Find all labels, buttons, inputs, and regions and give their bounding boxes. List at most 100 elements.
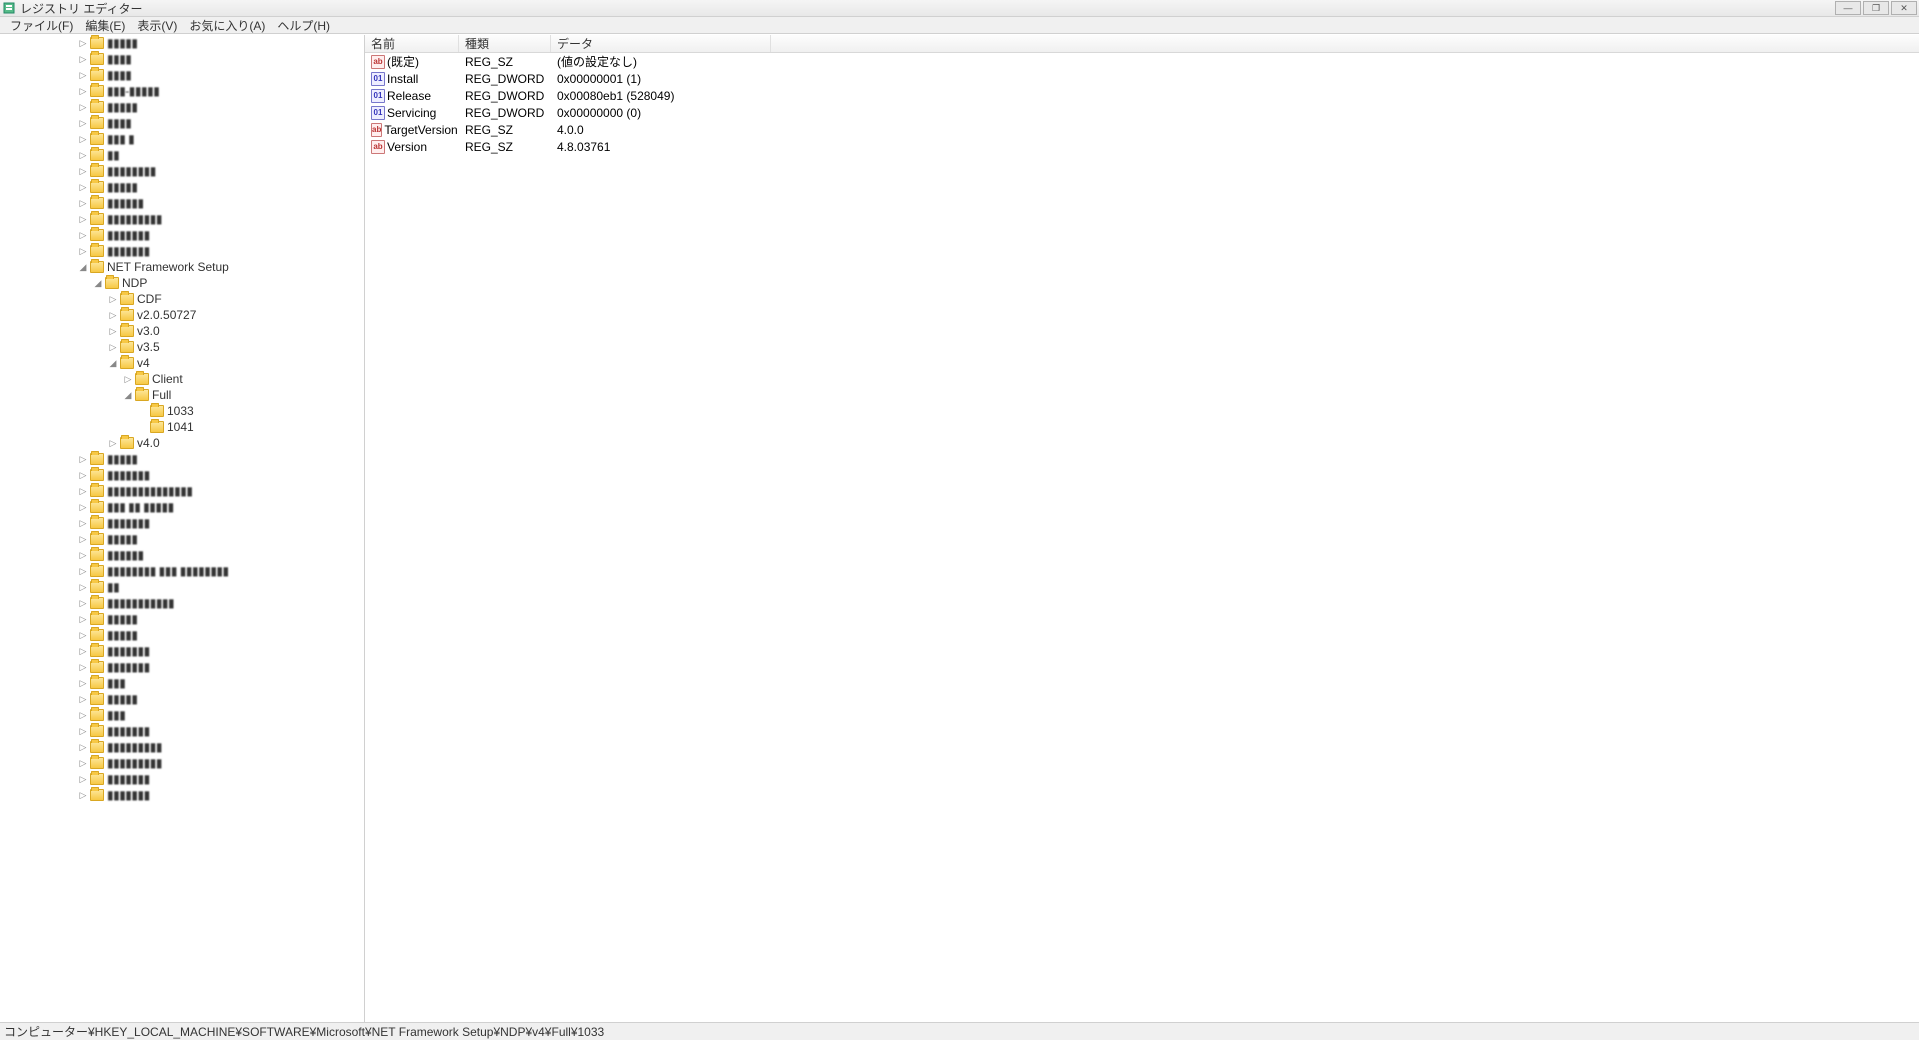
- tree-full-1041[interactable]: 1041: [0, 419, 364, 435]
- tree-item-blurred[interactable]: ▷▮▮▮▮▮: [0, 691, 364, 707]
- list-panel[interactable]: 名前 種類 データ ab(既定)REG_SZ(値の設定なし)01InstallR…: [365, 35, 1919, 1022]
- tree-item-blurred[interactable]: ▷▮▮▮▮▮▮: [0, 195, 364, 211]
- tree-item-blurred[interactable]: ▷▮▮▮▮▮▮▮: [0, 659, 364, 675]
- tree-toggle-icon[interactable]: ▷: [77, 757, 89, 769]
- tree-toggle-icon[interactable]: ▷: [77, 773, 89, 785]
- tree-net-framework-setup[interactable]: ◢NET Framework Setup: [0, 259, 364, 275]
- tree-item-blurred[interactable]: ▷▮▮▮▮: [0, 51, 364, 67]
- tree-v4-0[interactable]: ▷v4.0: [0, 435, 364, 451]
- tree-toggle-icon[interactable]: ▷: [77, 645, 89, 657]
- tree-item-blurred[interactable]: ▷▮▮▮▮▮▮▮: [0, 787, 364, 803]
- tree-toggle-icon[interactable]: ◢: [122, 389, 134, 401]
- tree-ndp-v2-0-50727[interactable]: ▷v2.0.50727: [0, 307, 364, 323]
- tree-toggle-icon[interactable]: ▷: [77, 53, 89, 65]
- tree-toggle-icon[interactable]: ▷: [77, 453, 89, 465]
- menu-view[interactable]: 表示(V): [131, 17, 183, 34]
- registry-value-row[interactable]: abTargetVersionREG_SZ4.0.0: [365, 121, 1919, 138]
- tree-toggle-icon[interactable]: ▷: [77, 629, 89, 641]
- tree-item-blurred[interactable]: ▷▮▮▮-▮▮▮▮▮: [0, 83, 364, 99]
- registry-value-row[interactable]: abVersionREG_SZ4.8.03761: [365, 138, 1919, 155]
- tree-v4-client[interactable]: ▷Client: [0, 371, 364, 387]
- tree-panel[interactable]: ▷▮▮▮▮▮▷▮▮▮▮▷▮▮▮▮▷▮▮▮-▮▮▮▮▮▷▮▮▮▮▮▷▮▮▮▮▷▮▮…: [0, 35, 365, 1022]
- tree-item-blurred[interactable]: ▷▮▮▮▮▮▮▮▮ ▮▮▮ ▮▮▮▮▮▮▮▮: [0, 563, 364, 579]
- tree-toggle-icon[interactable]: ▷: [77, 165, 89, 177]
- tree-toggle-icon[interactable]: ▷: [77, 613, 89, 625]
- tree-item-blurred[interactable]: ▷▮▮▮▮▮: [0, 35, 364, 51]
- tree-item-blurred[interactable]: ▷▮▮▮▮▮▮▮▮▮: [0, 755, 364, 771]
- tree-full-1033[interactable]: 1033: [0, 403, 364, 419]
- tree-toggle-icon[interactable]: ▷: [77, 517, 89, 529]
- tree-toggle-icon[interactable]: ▷: [77, 133, 89, 145]
- tree-toggle-icon[interactable]: ▷: [77, 789, 89, 801]
- tree-toggle-icon[interactable]: ▷: [107, 341, 119, 353]
- tree-toggle-icon[interactable]: ▷: [77, 533, 89, 545]
- tree-toggle-icon[interactable]: ▷: [77, 709, 89, 721]
- tree-toggle-icon[interactable]: ◢: [107, 357, 119, 369]
- tree-toggle-icon[interactable]: ▷: [77, 69, 89, 81]
- tree-item-blurred[interactable]: ▷▮▮▮▮▮▮▮: [0, 643, 364, 659]
- tree-toggle-icon[interactable]: ▷: [77, 693, 89, 705]
- tree-item-blurred[interactable]: ▷▮▮▮: [0, 707, 364, 723]
- tree-item-blurred[interactable]: ▷▮▮: [0, 579, 364, 595]
- tree-item-blurred[interactable]: ▷▮▮▮▮▮: [0, 611, 364, 627]
- menu-file[interactable]: ファイル(F): [4, 17, 79, 34]
- tree-toggle-icon[interactable]: ▷: [107, 437, 119, 449]
- tree-item-blurred[interactable]: ▷▮▮▮ ▮▮ ▮▮▮▮▮: [0, 499, 364, 515]
- tree-toggle-icon[interactable]: ▷: [77, 181, 89, 193]
- tree-toggle-icon[interactable]: ▷: [77, 229, 89, 241]
- tree-toggle-icon[interactable]: ▷: [77, 597, 89, 609]
- tree-toggle-icon[interactable]: ▷: [77, 37, 89, 49]
- tree-item-blurred[interactable]: ▷▮▮▮▮▮: [0, 179, 364, 195]
- tree-toggle-icon[interactable]: ▷: [107, 293, 119, 305]
- tree-toggle-icon[interactable]: ▷: [107, 309, 119, 321]
- tree-toggle-icon[interactable]: ◢: [77, 261, 89, 273]
- tree-toggle-icon[interactable]: ▷: [77, 677, 89, 689]
- tree-item-blurred[interactable]: ▷▮▮▮▮▮▮▮▮▮: [0, 211, 364, 227]
- registry-value-row[interactable]: 01InstallREG_DWORD0x00000001 (1): [365, 70, 1919, 87]
- tree-toggle-icon[interactable]: ◢: [92, 277, 104, 289]
- tree-item-blurred[interactable]: ▷▮▮▮▮▮: [0, 99, 364, 115]
- tree-ndp[interactable]: ◢NDP: [0, 275, 364, 291]
- tree-ndp-CDF[interactable]: ▷CDF: [0, 291, 364, 307]
- tree-item-blurred[interactable]: ▷▮▮▮▮▮▮▮: [0, 467, 364, 483]
- tree-toggle-icon[interactable]: ▷: [77, 469, 89, 481]
- tree-item-blurred[interactable]: ▷▮▮▮▮▮▮▮: [0, 771, 364, 787]
- tree-toggle-icon[interactable]: ▷: [77, 197, 89, 209]
- menu-help[interactable]: ヘルプ(H): [271, 17, 336, 34]
- tree-toggle-icon[interactable]: ▷: [77, 485, 89, 497]
- tree-toggle-icon[interactable]: ▷: [107, 325, 119, 337]
- tree-toggle-icon[interactable]: ▷: [77, 117, 89, 129]
- tree-item-blurred[interactable]: ▷▮▮: [0, 147, 364, 163]
- registry-value-row[interactable]: 01ServicingREG_DWORD0x00000000 (0): [365, 104, 1919, 121]
- column-type[interactable]: 種類: [459, 35, 551, 52]
- tree-item-blurred[interactable]: ▷▮▮▮▮▮▮▮▮▮▮▮: [0, 595, 364, 611]
- tree-item-blurred[interactable]: ▷▮▮▮▮▮: [0, 451, 364, 467]
- tree-item-blurred[interactable]: ▷▮▮▮▮▮▮▮▮: [0, 163, 364, 179]
- registry-value-row[interactable]: 01ReleaseREG_DWORD0x00080eb1 (528049): [365, 87, 1919, 104]
- tree-item-blurred[interactable]: ▷▮▮▮▮▮▮▮▮▮▮▮▮▮▮: [0, 483, 364, 499]
- tree-toggle-icon[interactable]: ▷: [77, 501, 89, 513]
- column-name[interactable]: 名前: [365, 35, 459, 52]
- tree-toggle-icon[interactable]: ▷: [77, 581, 89, 593]
- tree-v4[interactable]: ◢v4: [0, 355, 364, 371]
- tree-toggle-icon[interactable]: ▷: [77, 565, 89, 577]
- tree-item-blurred[interactable]: ▷▮▮▮▮▮▮▮▮▮: [0, 739, 364, 755]
- tree-toggle-icon[interactable]: ▷: [77, 85, 89, 97]
- tree-item-blurred[interactable]: ▷▮▮▮▮▮▮: [0, 547, 364, 563]
- close-button[interactable]: ✕: [1891, 1, 1917, 15]
- tree-toggle-icon[interactable]: ▷: [122, 373, 134, 385]
- tree-item-blurred[interactable]: ▷▮▮▮▮▮▮▮: [0, 243, 364, 259]
- tree-item-blurred[interactable]: ▷▮▮▮: [0, 675, 364, 691]
- minimize-button[interactable]: —: [1835, 1, 1861, 15]
- tree-item-blurred[interactable]: ▷▮▮▮▮▮▮▮: [0, 515, 364, 531]
- tree-ndp-v3-5[interactable]: ▷v3.5: [0, 339, 364, 355]
- tree-toggle-icon[interactable]: ▷: [77, 549, 89, 561]
- tree-item-blurred[interactable]: ▷▮▮▮▮: [0, 115, 364, 131]
- tree-toggle-icon[interactable]: ▷: [77, 725, 89, 737]
- registry-value-row[interactable]: ab(既定)REG_SZ(値の設定なし): [365, 53, 1919, 70]
- maximize-button[interactable]: ❐: [1863, 1, 1889, 15]
- tree-ndp-v3-0[interactable]: ▷v3.0: [0, 323, 364, 339]
- menu-edit[interactable]: 編集(E): [79, 17, 131, 34]
- column-data[interactable]: データ: [551, 35, 771, 52]
- tree-item-blurred[interactable]: ▷▮▮▮▮▮: [0, 531, 364, 547]
